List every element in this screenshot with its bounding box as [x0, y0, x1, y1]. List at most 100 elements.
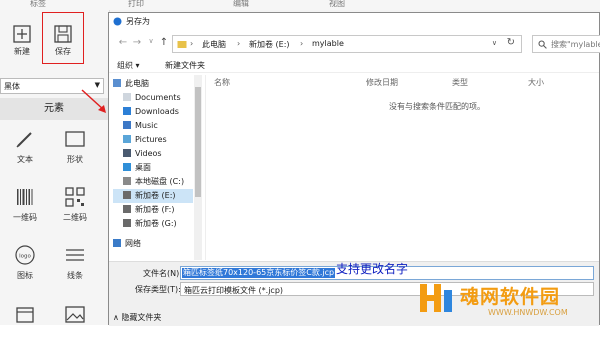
breadcrumb-mylable[interactable]: mylable [312, 39, 344, 48]
up-icon[interactable]: ↑ [158, 37, 170, 51]
barcode-element-label: 一维码 [13, 213, 37, 222]
new-button[interactable]: 新建 [0, 18, 44, 64]
svg-text:logo: logo [19, 254, 31, 260]
image-element[interactable] [50, 300, 100, 350]
image-icon [65, 306, 85, 323]
chevron-up-icon: ∧ [113, 313, 119, 322]
menu-label[interactable]: 标签 [30, 0, 46, 9]
calendar-element[interactable] [0, 300, 50, 350]
nav-item-drive-c[interactable]: 本地磁盘 (C:) [113, 175, 203, 189]
column-name[interactable]: 名称 [214, 77, 230, 88]
forward-icon[interactable]: → [131, 37, 143, 51]
nav-item-documents[interactable]: Documents [113, 91, 203, 105]
breadcrumb-separator: › [237, 39, 241, 48]
nav-label: 此电脑 [125, 79, 149, 88]
barcode-element[interactable]: 一维码 [0, 182, 50, 232]
filetype-value: 箱匹云打印模板文件 (*.jcp) [184, 286, 284, 295]
nav-label: 网络 [125, 239, 141, 248]
network-icon [113, 239, 121, 247]
nav-item-this-pc[interactable]: 此电脑 [113, 77, 203, 91]
address-dropdown-icon[interactable]: ∨ [492, 39, 497, 47]
drive-icon [123, 205, 131, 213]
address-bar[interactable]: › 此电脑 › 新加卷 (E:) › mylable ∨ ↻ [172, 35, 522, 53]
qrcode-icon [65, 187, 85, 207]
organize-button[interactable]: 组织 ▾ [117, 60, 140, 71]
watermark-url: WWW.HNWDW.COM [488, 308, 568, 317]
shape-element[interactable]: 形状 [50, 124, 100, 174]
dialog-title: 另存为 [126, 17, 150, 26]
nav-item-pictures[interactable]: Pictures [113, 133, 203, 147]
history-chevron-icon[interactable]: ∨ [145, 37, 157, 51]
nav-scrollbar-thumb[interactable] [195, 87, 201, 197]
line-element[interactable]: 线条 [50, 240, 100, 290]
downloads-icon [123, 107, 131, 115]
nav-item-network[interactable]: 网络 [113, 237, 203, 251]
watermark-text: 魂网软件园 [460, 286, 561, 308]
nav-label: 新加卷 (E:) [135, 191, 176, 200]
back-icon[interactable]: ← [117, 37, 129, 51]
nav-item-drive-g[interactable]: 新加卷 (G:) [113, 217, 203, 231]
barcode-icon [17, 189, 33, 205]
nav-label: Downloads [135, 107, 179, 116]
menu-print[interactable]: 打印 [128, 0, 144, 9]
qrcode-element-label: 二维码 [63, 213, 87, 222]
logo-icon: logo [15, 245, 35, 265]
music-icon [123, 121, 131, 129]
dialog-titlebar: 另存为 [109, 13, 599, 29]
nav-item-videos[interactable]: Videos [113, 147, 203, 161]
watermark: 魂网软件园 WWW.HNWDW.COM [398, 270, 600, 325]
column-type[interactable]: 类型 [452, 77, 468, 88]
menu-view[interactable]: 视图 [329, 0, 345, 9]
new-label: 新建 [14, 47, 30, 56]
nav-item-drive-f[interactable]: 新加卷 (F:) [113, 203, 203, 217]
new-folder-button[interactable]: 新建文件夹 [165, 60, 205, 71]
nav-scrollbar[interactable] [194, 75, 202, 260]
empty-message: 没有与搜索条件匹配的项。 [389, 102, 485, 111]
computer-icon [113, 79, 121, 87]
save-button[interactable]: 保存 [41, 18, 85, 64]
nav-item-music[interactable]: Music [113, 119, 203, 133]
folder-icon [177, 41, 187, 48]
text-element[interactable]: 文本 [0, 124, 50, 174]
drive-icon [123, 177, 131, 185]
app-window: 标签 打印 编辑 视图 新建 保存 黑体 ▼ 元素 文本 形状 一维码 二维码 … [0, 0, 600, 326]
nav-label: Pictures [135, 135, 167, 144]
column-modified[interactable]: 修改日期 [366, 77, 398, 88]
left-panel: 新建 保存 黑体 ▼ 元素 文本 形状 一维码 二维码 logo 图标 线条 [0, 10, 110, 325]
new-icon [13, 25, 31, 43]
qrcode-element[interactable]: 二维码 [50, 182, 100, 232]
save-icon [54, 25, 72, 43]
videos-icon [123, 149, 131, 157]
logo-element[interactable]: logo 图标 [0, 240, 50, 290]
save-label: 保存 [55, 47, 71, 56]
nav-item-desktop[interactable]: 桌面 [113, 161, 203, 175]
refresh-icon[interactable]: ↻ [507, 37, 515, 48]
pictures-icon [123, 135, 131, 143]
desktop-icon [123, 163, 131, 171]
nav-label: Music [135, 121, 158, 130]
watermark-logo-icon [420, 284, 452, 312]
search-placeholder: 搜索"mylable" [551, 40, 600, 49]
line-element-label: 线条 [67, 271, 83, 280]
breadcrumb-drive-e[interactable]: 新加卷 (E:) [249, 39, 290, 50]
column-size[interactable]: 大小 [528, 77, 544, 88]
navigation-pane: 此电脑 Documents Downloads Music Pictures V… [109, 75, 205, 260]
nav-label: 新加卷 (G:) [135, 219, 177, 228]
lines-icon [66, 249, 84, 261]
filename-value: 箱匹标签纸70x120-65京东标价签C款.jcp [182, 268, 336, 278]
breadcrumb-this-pc[interactable]: 此电脑 [202, 39, 226, 50]
menubar: 标签 打印 编辑 视图 [0, 0, 600, 10]
nav-item-downloads[interactable]: Downloads [113, 105, 203, 119]
menu-edit[interactable]: 编辑 [233, 0, 249, 9]
navigation-row: ← → ∨ ↑ › 此电脑 › 新加卷 (E:) › mylable ∨ ↻ 搜… [109, 33, 600, 55]
app-logo-icon [113, 17, 122, 26]
search-box[interactable]: 搜索"mylable" [532, 35, 600, 53]
nav-item-drive-e[interactable]: 新加卷 (E:) [113, 189, 193, 203]
rectangle-icon [65, 131, 85, 147]
filetype-label: 保存类型(T): [135, 285, 181, 294]
drive-icon [123, 191, 131, 199]
search-icon [538, 40, 547, 49]
font-select-value: 黑体 [4, 82, 20, 91]
hide-folders-toggle[interactable]: ∧ 隐藏文件夹 [113, 312, 161, 323]
pen-icon [16, 132, 32, 148]
